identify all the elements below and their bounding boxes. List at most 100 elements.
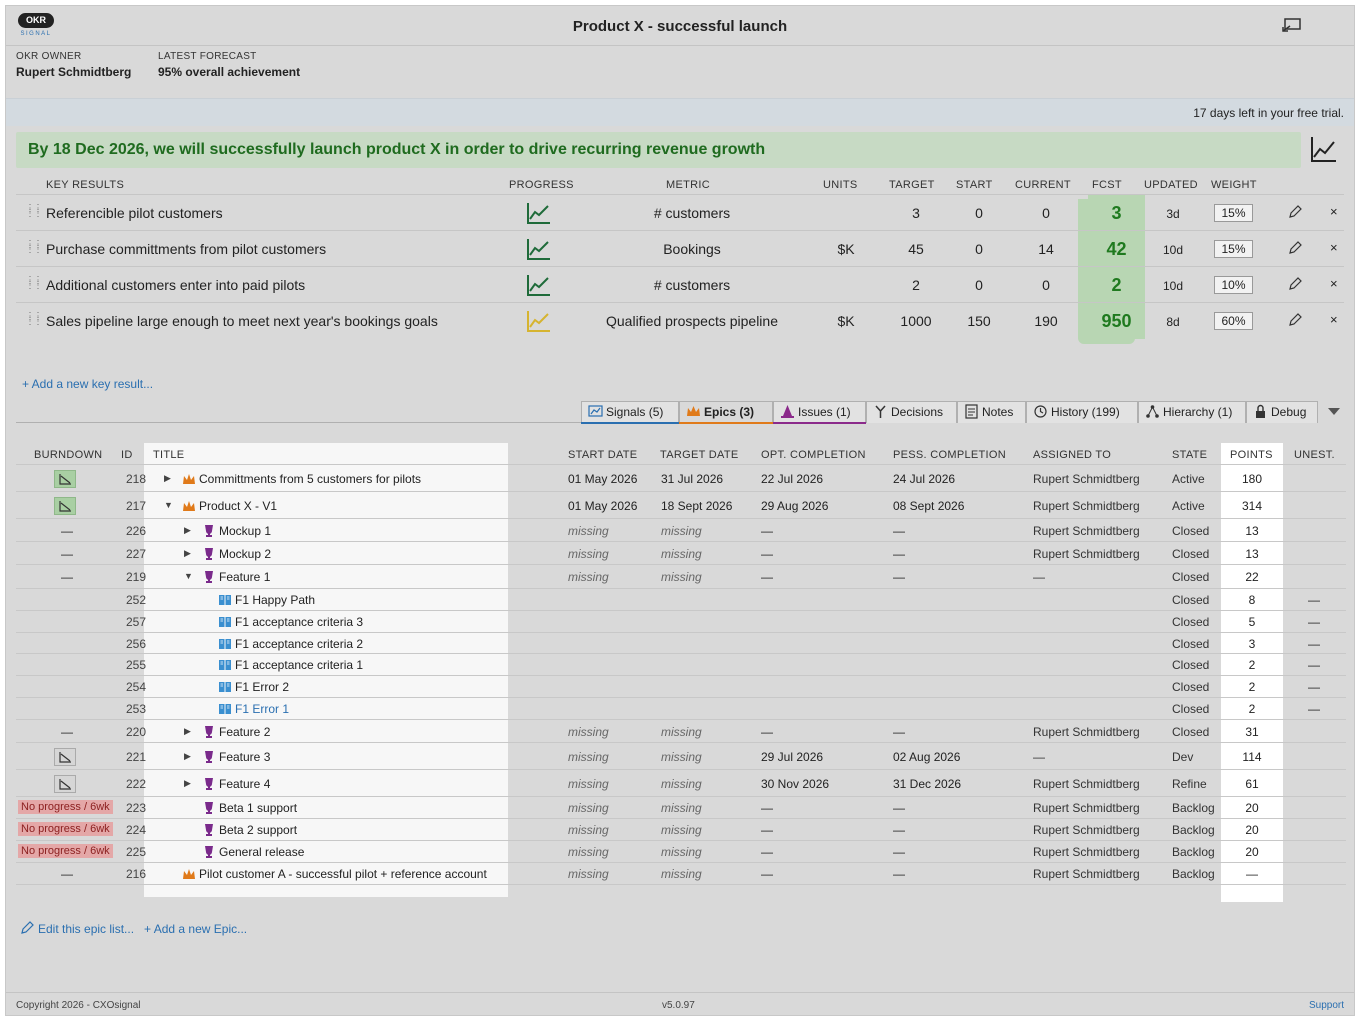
table-row[interactable]: 257 F1 acceptance criteria 3 Closed 5 — — [16, 611, 1346, 633]
table-row[interactable]: 255 F1 acceptance criteria 1 Closed 2 — — [16, 654, 1346, 676]
epic-title[interactable]: Feature 2 — [219, 725, 270, 739]
table-row[interactable]: No progress / 6wk 225 General release missi… — [16, 841, 1346, 863]
kr-current[interactable]: 190 — [1016, 313, 1076, 329]
burndown-chart-icon[interactable] — [54, 775, 76, 793]
kr-name[interactable]: Sales pipeline large enough to meet next… — [46, 313, 438, 329]
epic-title[interactable]: Mockup 2 — [219, 547, 271, 561]
epic-title[interactable]: F1 Error 2 — [235, 680, 289, 694]
table-row[interactable]: — 216 Pilot customer A - successful pilot … — [16, 863, 1346, 885]
kr-current[interactable]: 14 — [1016, 241, 1076, 257]
table-row[interactable]: — 226 ▶ Mockup 1 missing missing — — Rupert Schm… — [16, 519, 1346, 542]
expand-caret-icon[interactable]: ▶ — [184, 548, 191, 559]
edit-epic-list-link[interactable]: Edit this epic list... — [38, 922, 134, 936]
collapse-caret-icon[interactable]: ▼ — [184, 571, 193, 581]
kr-current[interactable]: 0 — [1016, 205, 1076, 221]
add-key-result-link[interactable]: + Add a new key result... — [22, 377, 153, 391]
tab-history[interactable]: History (199) — [1026, 401, 1138, 423]
table-row[interactable]: 256 F1 acceptance criteria 2 Closed 3 — — [16, 633, 1346, 654]
burndown-chart-icon[interactable] — [54, 470, 76, 488]
add-epic-link[interactable]: + Add a new Epic... — [144, 922, 247, 936]
drag-handle-icon[interactable]: ⋮⋮ ⋮⋮ — [25, 312, 43, 327]
kr-name[interactable]: Purchase committments from pilot custome… — [46, 241, 326, 257]
delete-close-icon[interactable]: × — [1330, 204, 1338, 219]
epic-title[interactable]: Committments from 5 customers for pilots — [199, 472, 421, 486]
epic-title[interactable]: Feature 4 — [219, 777, 270, 791]
table-row[interactable]: 217 ▼ Product X - V1 01 May 2026 18 Sept 202… — [16, 492, 1346, 519]
epic-title[interactable]: Pilot customer A - successful pilot + re… — [199, 867, 487, 881]
epic-title[interactable]: Product X - V1 — [199, 499, 277, 513]
key-result-row[interactable]: ⋮⋮ ⋮⋮ Purchase committments from pilot cus… — [16, 230, 1344, 267]
drag-handle-icon[interactable]: ⋮⋮ ⋮⋮ — [25, 240, 43, 255]
key-result-row[interactable]: ⋮⋮ ⋮⋮ Additional customers enter into paid… — [16, 266, 1344, 303]
tab-hierarchy[interactable]: Hierarchy (1) — [1138, 401, 1246, 423]
tab-debug[interactable]: Debug — [1246, 401, 1318, 423]
trial-text[interactable]: 17 days left in your free trial. — [1193, 106, 1344, 120]
table-row[interactable]: — 219 ▼ Feature 1 missing missing — — — Closed 22 — [16, 565, 1346, 589]
epic-title[interactable]: F1 Happy Path — [235, 593, 315, 607]
progress-chart-icon[interactable] — [526, 201, 552, 225]
okr-owner-value[interactable]: Rupert Schmidtberg — [16, 65, 131, 79]
tab-notes[interactable]: Notes — [957, 401, 1026, 423]
key-result-row[interactable]: ⋮⋮ ⋮⋮ Referencible pilot customers # custom… — [16, 194, 1344, 231]
expand-caret-icon[interactable]: ▶ — [184, 525, 191, 536]
tab-issues[interactable]: Issues (1) — [773, 401, 866, 423]
progress-chart-icon[interactable] — [526, 273, 552, 297]
objective-chart-icon[interactable] — [1310, 135, 1338, 163]
objective-banner[interactable]: By 18 Dec 2026, we will successfully lau… — [16, 132, 1301, 168]
table-row[interactable]: No progress / 6wk 224 Beta 2 support missin… — [16, 819, 1346, 841]
epic-title[interactable]: General release — [219, 845, 304, 859]
burndown-chart-icon[interactable] — [54, 748, 76, 766]
present-mode-icon[interactable] — [1282, 17, 1302, 33]
kr-current[interactable]: 0 — [1016, 277, 1076, 293]
burndown-chart-icon[interactable] — [54, 497, 76, 515]
tab-decisions[interactable]: Decisions — [866, 401, 957, 423]
edit-pencil-icon[interactable] — [1288, 313, 1302, 327]
tab-signals[interactable]: Signals (5) — [581, 401, 679, 423]
tab-epics[interactable]: Epics (3) — [679, 401, 773, 423]
tab-menu-chevron-icon[interactable] — [1328, 408, 1340, 415]
epic-title[interactable]: F1 acceptance criteria 2 — [235, 637, 363, 651]
drag-handle-icon[interactable]: ⋮⋮ ⋮⋮ — [25, 204, 43, 219]
epic-title[interactable]: Mockup 1 — [219, 524, 271, 538]
table-row[interactable]: — 227 ▶ Mockup 2 missing missing — — Rupert Schm… — [16, 542, 1346, 565]
table-row[interactable]: 218 ▶ Committments from 5 customers for pi… — [16, 465, 1346, 492]
expand-caret-icon[interactable]: ▶ — [164, 473, 171, 484]
table-row[interactable]: 253 F1 Error 1 Closed 2 — — [16, 698, 1346, 720]
kr-weight[interactable]: 10% — [1214, 276, 1253, 294]
epic-title[interactable]: F1 acceptance criteria 3 — [235, 615, 363, 629]
support-link[interactable]: Support — [1309, 1000, 1344, 1011]
edit-pencil-icon[interactable] — [1288, 241, 1302, 255]
expand-caret-icon[interactable]: ▶ — [184, 751, 191, 762]
kr-weight[interactable]: 15% — [1214, 204, 1253, 222]
collapse-caret-icon[interactable]: ▼ — [164, 500, 173, 510]
kr-weight[interactable]: 15% — [1214, 240, 1253, 258]
kr-name[interactable]: Additional customers enter into paid pil… — [46, 277, 305, 293]
drag-handle-icon[interactable]: ⋮⋮ ⋮⋮ — [25, 276, 43, 291]
edit-pencil-icon[interactable] — [1288, 277, 1302, 291]
table-row[interactable]: 254 F1 Error 2 Closed 2 — — [16, 676, 1346, 698]
pencil-icon[interactable] — [20, 921, 34, 935]
delete-close-icon[interactable]: × — [1330, 276, 1338, 291]
epic-title[interactable]: Feature 3 — [219, 750, 270, 764]
kr-weight[interactable]: 60% — [1214, 312, 1253, 330]
progress-chart-icon[interactable] — [526, 237, 552, 261]
epic-title[interactable]: F1 Error 1 — [235, 702, 289, 716]
table-row[interactable]: 221 ▶ Feature 3 missing missing 29 Jul 2026 02… — [16, 743, 1346, 770]
progress-chart-icon[interactable] — [526, 309, 552, 333]
epic-title[interactable]: Beta 2 support — [219, 823, 297, 837]
expand-caret-icon[interactable]: ▶ — [184, 778, 191, 789]
table-row[interactable]: 252 F1 Happy Path Closed 8 — — [16, 589, 1346, 611]
delete-close-icon[interactable]: × — [1330, 312, 1338, 327]
delete-close-icon[interactable]: × — [1330, 240, 1338, 255]
kr-name[interactable]: Referencible pilot customers — [46, 205, 223, 221]
table-row[interactable]: No progress / 6wk 223 Beta 1 support missin… — [16, 797, 1346, 819]
epic-title[interactable]: F1 acceptance criteria 1 — [235, 658, 363, 672]
epic-title[interactable]: Beta 1 support — [219, 801, 297, 815]
epic-state: Closed — [1172, 593, 1210, 607]
epic-title[interactable]: Feature 1 — [219, 570, 270, 584]
edit-pencil-icon[interactable] — [1288, 205, 1302, 219]
expand-caret-icon[interactable]: ▶ — [184, 726, 191, 737]
table-row[interactable]: — 220 ▶ Feature 2 missing missing — — Rupert Sch… — [16, 720, 1346, 743]
key-result-row[interactable]: ⋮⋮ ⋮⋮ Sales pipeline large enough to meet … — [16, 302, 1344, 339]
table-row[interactable]: 222 ▶ Feature 4 missing missing 30 Nov 2026 31… — [16, 770, 1346, 797]
